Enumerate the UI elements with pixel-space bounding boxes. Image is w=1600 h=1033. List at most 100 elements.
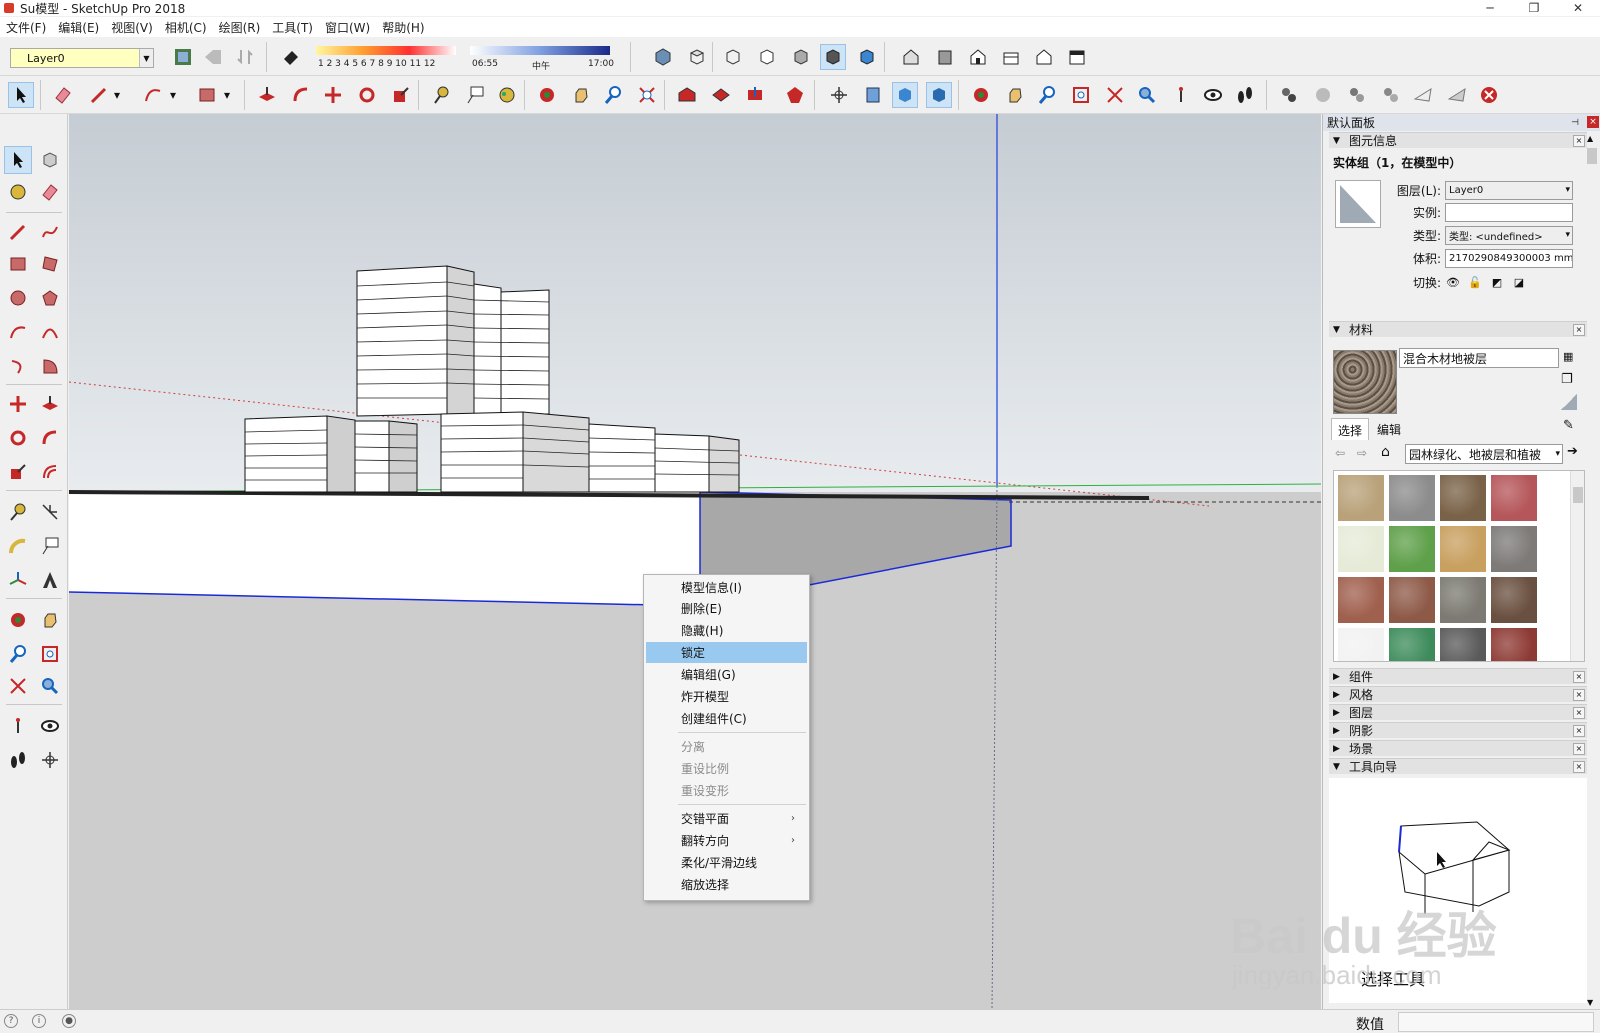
rotated-rectangle-icon[interactable]	[36, 250, 64, 278]
shaded-textures-icon[interactable]	[854, 44, 880, 70]
receive-shadows-icon[interactable]: ◩	[1489, 274, 1505, 290]
follow-me-icon[interactable]	[288, 82, 314, 108]
context-menu-hide[interactable]: 隐藏(H)	[646, 620, 807, 641]
measurements-input[interactable]	[1398, 1012, 1594, 1032]
context-menu-explode[interactable]: 炸开模型	[646, 686, 807, 707]
shaded-icon[interactable]	[820, 44, 846, 70]
restore-button[interactable]: ❐	[1512, 0, 1556, 16]
component-tool-icon-5[interactable]	[1410, 82, 1436, 108]
rotate-icon[interactable]	[4, 424, 32, 452]
menu-tools[interactable]: 工具(T)	[266, 19, 319, 36]
tab-select[interactable]: 选择	[1331, 418, 1370, 440]
menu-view[interactable]: 视图(V)	[105, 19, 159, 36]
section-cut-icon[interactable]	[926, 82, 952, 108]
hidden-line-icon[interactable]	[788, 44, 814, 70]
zoom-icon-2[interactable]	[1034, 82, 1060, 108]
arc-dropdown-icon[interactable]: ▾	[166, 82, 180, 108]
context-menu-intersect-faces[interactable]: 交错平面 ›	[646, 808, 807, 829]
footprints-icon[interactable]	[4, 746, 32, 774]
forward-icon[interactable]: ⇨	[1357, 446, 1367, 460]
context-menu-flip-along[interactable]: 翻转方向 ›	[646, 830, 807, 851]
eye-icon[interactable]: 👁	[1445, 274, 1461, 290]
context-menu-lock[interactable]: 锁定	[646, 642, 807, 663]
home-icon[interactable]: ⌂	[1381, 444, 1390, 460]
three-point-arc-icon[interactable]	[4, 352, 32, 380]
axes-icon[interactable]	[4, 566, 32, 594]
zoom-extents-icon[interactable]	[634, 82, 660, 108]
select-arrow-icon[interactable]	[8, 82, 34, 108]
credits-icon[interactable]: i	[32, 1014, 46, 1028]
pie-icon[interactable]	[36, 352, 64, 380]
material-swatch[interactable]	[1491, 628, 1537, 661]
eraser-shadow-icon[interactable]	[278, 44, 304, 70]
section-close-icon[interactable]: ×	[1573, 706, 1585, 719]
component-tool-icon-6[interactable]	[1444, 82, 1470, 108]
wireframe-icon[interactable]	[754, 44, 780, 70]
pan-icon-2[interactable]	[1002, 82, 1028, 108]
zoom-extents-icon-2[interactable]	[1102, 82, 1128, 108]
orbit-icon-2[interactable]	[968, 82, 994, 108]
scale-icon[interactable]	[388, 82, 414, 108]
menu-edit[interactable]: 编辑(E)	[52, 19, 105, 36]
zoom-window-icon[interactable]	[36, 640, 64, 668]
tape-measure-icon[interactable]	[428, 82, 454, 108]
select-arrow-icon[interactable]	[4, 146, 32, 174]
material-swatch[interactable]	[1389, 577, 1435, 623]
instructor-section[interactable]: ▼ 工具向导 ×	[1329, 758, 1587, 774]
menu-window[interactable]: 窗口(W)	[319, 19, 376, 36]
rectangle-icon[interactable]	[4, 250, 32, 278]
material-swatch[interactable]	[1491, 577, 1537, 623]
components-section[interactable]: ▶ 组件 ×	[1329, 668, 1587, 684]
material-swatch[interactable]	[1440, 577, 1486, 623]
pencil-dropdown-icon[interactable]: ▾	[110, 82, 124, 108]
scale-icon[interactable]	[4, 458, 32, 486]
polygon-icon[interactable]	[36, 284, 64, 312]
close-window-button[interactable]: ✕	[1556, 0, 1600, 16]
default-material-icon[interactable]	[1561, 394, 1577, 410]
context-menu-make-component[interactable]: 创建组件(C)	[646, 708, 807, 729]
previous-view-icon[interactable]	[36, 672, 64, 700]
dimension-icon[interactable]	[36, 498, 64, 526]
menu-draw[interactable]: 绘图(R)	[213, 19, 267, 36]
previous-view-icon[interactable]	[1134, 82, 1160, 108]
unlock-icon[interactable]: 🔓	[1467, 274, 1483, 290]
look-around-icon[interactable]	[36, 712, 64, 740]
context-menu-zoom-selection[interactable]: 缩放选择	[646, 874, 807, 895]
walk-person-icon[interactable]	[1168, 82, 1194, 108]
zoom-icon[interactable]	[600, 82, 626, 108]
menu-camera[interactable]: 相机(C)	[159, 19, 213, 36]
material-swatch[interactable]	[1440, 526, 1486, 572]
orbit-icon[interactable]	[534, 82, 560, 108]
house-side-icon[interactable]	[932, 44, 958, 70]
material-create-icon[interactable]: ▦	[1563, 350, 1573, 363]
house-front-icon[interactable]	[965, 44, 991, 70]
look-around-icon[interactable]	[1200, 82, 1226, 108]
layer-manager-icon[interactable]	[170, 44, 196, 70]
material-swatch[interactable]	[1440, 475, 1486, 521]
context-menu-delete[interactable]: 删除(E)	[646, 598, 807, 619]
house-right-icon[interactable]	[998, 44, 1024, 70]
section-plane-icon[interactable]	[36, 746, 64, 774]
instance-input[interactable]	[1445, 202, 1573, 222]
section-plane-icon[interactable]	[860, 82, 886, 108]
eyedropper-icon[interactable]: ✎	[1563, 418, 1574, 433]
scroll-down-icon[interactable]: ▼	[1587, 998, 1593, 1007]
text-icon[interactable]	[462, 82, 488, 108]
warehouse-icon[interactable]	[674, 82, 700, 108]
footprints-icon[interactable]	[1232, 82, 1258, 108]
section-close-icon[interactable]: ×	[1573, 688, 1585, 701]
scenes-section[interactable]: ▶ 场景 ×	[1329, 740, 1587, 756]
cancel-icon[interactable]	[1476, 82, 1502, 108]
material-swatch[interactable]	[1338, 526, 1384, 572]
material-swatch[interactable]	[1491, 475, 1537, 521]
material-swatch[interactable]	[1389, 628, 1435, 661]
arrows-icon[interactable]	[232, 44, 258, 70]
text-icon[interactable]	[36, 532, 64, 560]
make-component-icon[interactable]	[36, 146, 64, 174]
section-close-icon[interactable]: ×	[1573, 670, 1585, 683]
eraser-icon[interactable]	[36, 178, 64, 206]
component-tool-icon-1[interactable]	[1276, 82, 1302, 108]
paint-bucket-icon[interactable]	[4, 178, 32, 206]
arc-icon[interactable]	[4, 318, 32, 346]
eraser-icon[interactable]	[50, 82, 76, 108]
